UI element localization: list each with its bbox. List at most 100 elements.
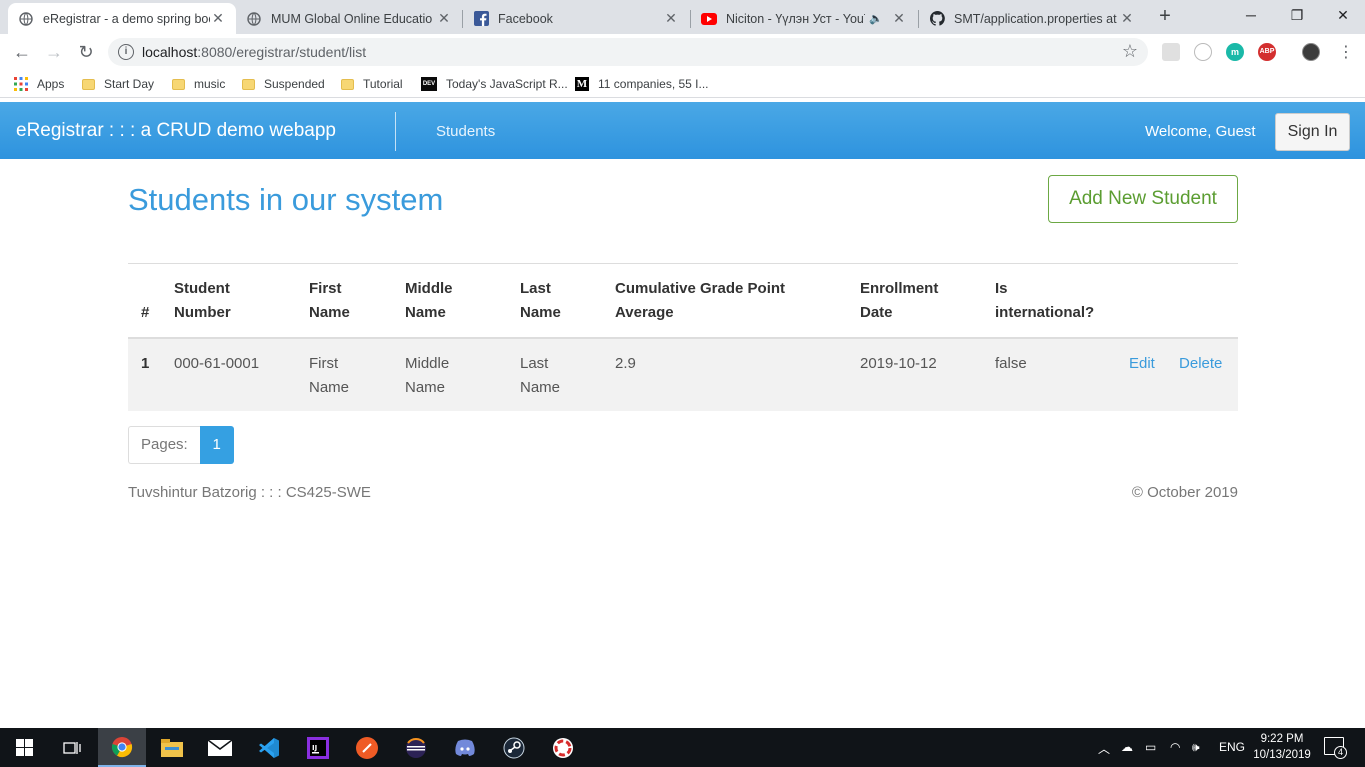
github-icon bbox=[929, 11, 945, 27]
new-tab-button[interactable]: + bbox=[1155, 6, 1175, 26]
file-explorer-icon[interactable] bbox=[148, 728, 196, 767]
extension-m-icon[interactable]: m bbox=[1226, 43, 1244, 61]
extension-grey-icon[interactable] bbox=[1162, 43, 1180, 61]
windows-taskbar: IJ ︿ ☁ ▭ ◠ 🕪 ENG 9:22 PM 10/13/2019 4 bbox=[0, 728, 1365, 767]
students-table: # Student Number First Name Middle Name … bbox=[128, 263, 1238, 411]
menu-kebab-icon[interactable]: ⋮ bbox=[1338, 42, 1354, 62]
chevron-up-icon[interactable]: ︿ bbox=[1098, 740, 1110, 757]
add-new-student-button[interactable]: Add New Student bbox=[1048, 175, 1238, 223]
bookmark-start-day[interactable]: Start Day bbox=[82, 75, 154, 93]
nav-students-link[interactable]: Students bbox=[436, 123, 495, 140]
col-header-student-number: Student Number bbox=[174, 263, 309, 339]
task-view-icon[interactable] bbox=[48, 728, 96, 767]
browser-tabstrip: eRegistrar - a demo spring boo ✕ MUM Glo… bbox=[0, 0, 1365, 34]
close-tab-icon[interactable]: ✕ bbox=[1119, 10, 1135, 27]
col-header-num: # bbox=[128, 263, 174, 339]
browser-toolbar: ← → ↻ i localhost:8080/eregistrar/studen… bbox=[0, 34, 1365, 70]
table-row: 1 000-61-0001 First Name Middle Name Las… bbox=[128, 338, 1238, 411]
tab-github[interactable]: SMT/application.properties at ✕ bbox=[919, 3, 1145, 34]
col-header-enrollment-date: Enrollment Date bbox=[860, 263, 995, 339]
speaker-icon[interactable]: 🔈 bbox=[869, 12, 883, 25]
clock-date: 10/13/2019 bbox=[1253, 749, 1311, 761]
bookmark-dev[interactable]: DEV Today's JavaScript R... bbox=[421, 75, 568, 93]
sign-in-button[interactable]: Sign In bbox=[1275, 113, 1350, 151]
cell-last-name: Last Name bbox=[520, 338, 615, 411]
bookmark-apps[interactable]: Apps bbox=[14, 75, 64, 93]
wifi-icon[interactable]: ◠ bbox=[1170, 740, 1180, 754]
tab-facebook[interactable]: Facebook ✕ bbox=[463, 3, 689, 34]
reload-icon[interactable]: ↻ bbox=[74, 40, 98, 64]
forward-arrow-icon[interactable]: → bbox=[42, 40, 66, 64]
chrome-taskbar-icon[interactable] bbox=[98, 728, 146, 767]
notification-count-badge: 4 bbox=[1334, 746, 1347, 759]
app-navbar: eRegistrar : : : a CRUD demo webapp Stud… bbox=[0, 102, 1365, 159]
page-1-button[interactable]: 1 bbox=[199, 426, 234, 464]
page-title: Students in our system bbox=[128, 182, 444, 217]
language-indicator[interactable]: ENG bbox=[1219, 740, 1245, 754]
extension-circle-icon[interactable] bbox=[1194, 43, 1212, 61]
postman-icon[interactable] bbox=[343, 728, 391, 767]
close-tab-icon[interactable]: ✕ bbox=[891, 10, 907, 27]
col-header-middle-name: Middle Name bbox=[405, 263, 520, 339]
edit-link[interactable]: Edit bbox=[1129, 355, 1155, 372]
cell-actions: Edit Delete bbox=[1129, 338, 1238, 411]
col-header-is-international: Is international? bbox=[995, 263, 1129, 339]
close-tab-icon[interactable]: ✕ bbox=[663, 10, 679, 27]
back-arrow-icon[interactable]: ← bbox=[10, 40, 34, 64]
close-tab-icon[interactable]: ✕ bbox=[210, 10, 226, 27]
col-header-first-name: First Name bbox=[309, 263, 405, 339]
mail-icon[interactable] bbox=[196, 728, 244, 767]
eclipse-icon[interactable] bbox=[392, 728, 440, 767]
adblock-plus-icon[interactable]: ABP bbox=[1258, 43, 1276, 61]
delete-link[interactable]: Delete bbox=[1179, 355, 1222, 372]
col-header-cgpa: Cumulative Grade Point Average bbox=[615, 263, 860, 339]
folder-icon bbox=[341, 78, 354, 90]
volume-icon[interactable]: 🕪 bbox=[1192, 740, 1200, 755]
dev-icon: DEV bbox=[421, 77, 437, 91]
brand-link[interactable]: eRegistrar : : : a CRUD demo webapp bbox=[16, 120, 336, 142]
cell-num: 1 bbox=[128, 338, 174, 411]
url-text: localhost:8080/eregistrar/student/list bbox=[142, 44, 367, 60]
svg-text:IJ: IJ bbox=[312, 744, 317, 752]
bookmark-suspended[interactable]: Suspended bbox=[242, 75, 325, 93]
vscode-icon[interactable] bbox=[245, 728, 293, 767]
discord-icon[interactable] bbox=[441, 728, 489, 767]
close-tab-icon[interactable]: ✕ bbox=[436, 10, 452, 27]
tab-mum[interactable]: MUM Global Online Educatio ✕ bbox=[236, 3, 462, 34]
windows-start-icon[interactable] bbox=[0, 728, 48, 767]
taskbar-clock[interactable]: 9:22 PM 10/13/2019 bbox=[1248, 731, 1316, 763]
bookmark-star-icon[interactable]: ☆ bbox=[1122, 41, 1138, 62]
folder-icon bbox=[82, 78, 95, 90]
globe-icon bbox=[18, 11, 34, 27]
medium-icon: M bbox=[575, 77, 589, 91]
cell-enrollment-date: 2019-10-12 bbox=[860, 338, 995, 411]
pagination: Pages: 1 bbox=[128, 426, 234, 464]
cell-first-name: First Name bbox=[309, 338, 405, 411]
profile-avatar[interactable] bbox=[1302, 43, 1320, 61]
minimize-button[interactable]: ─ bbox=[1228, 0, 1274, 32]
address-bar[interactable]: i localhost:8080/eregistrar/student/list… bbox=[108, 38, 1148, 66]
clock-time: 9:22 PM bbox=[1260, 733, 1304, 745]
battery-icon[interactable]: ▭ bbox=[1145, 740, 1156, 754]
bookmarks-bar: Apps Start Day music Suspended Tutorial … bbox=[0, 70, 1365, 98]
cell-is-international: false bbox=[995, 338, 1129, 411]
col-header-actions bbox=[1129, 263, 1238, 339]
app-red-icon[interactable] bbox=[539, 728, 587, 767]
onedrive-cloud-icon[interactable]: ☁ bbox=[1121, 740, 1133, 754]
bookmark-tutorial[interactable]: Tutorial bbox=[341, 75, 403, 93]
welcome-text: Welcome, Guest bbox=[1145, 123, 1256, 140]
intellij-icon[interactable]: IJ bbox=[294, 728, 342, 767]
steam-icon[interactable] bbox=[490, 728, 538, 767]
tab-youtube[interactable]: Niciton - Үүлэн Уст - YouTu 🔈 ✕ bbox=[691, 3, 917, 34]
info-icon[interactable]: i bbox=[118, 44, 134, 60]
cell-cgpa: 2.9 bbox=[615, 338, 860, 411]
youtube-icon bbox=[701, 11, 717, 27]
globe-icon bbox=[246, 11, 262, 27]
close-window-button[interactable]: ✕ bbox=[1320, 0, 1365, 32]
table-header-row: # Student Number First Name Middle Name … bbox=[128, 263, 1238, 339]
pages-label: Pages: bbox=[128, 426, 200, 464]
bookmark-medium[interactable]: M 11 companies, 55 I... bbox=[575, 75, 709, 93]
tab-eregistrar[interactable]: eRegistrar - a demo spring boo ✕ bbox=[8, 3, 236, 34]
bookmark-music[interactable]: music bbox=[172, 75, 225, 93]
restore-button[interactable]: ❐ bbox=[1274, 0, 1320, 32]
